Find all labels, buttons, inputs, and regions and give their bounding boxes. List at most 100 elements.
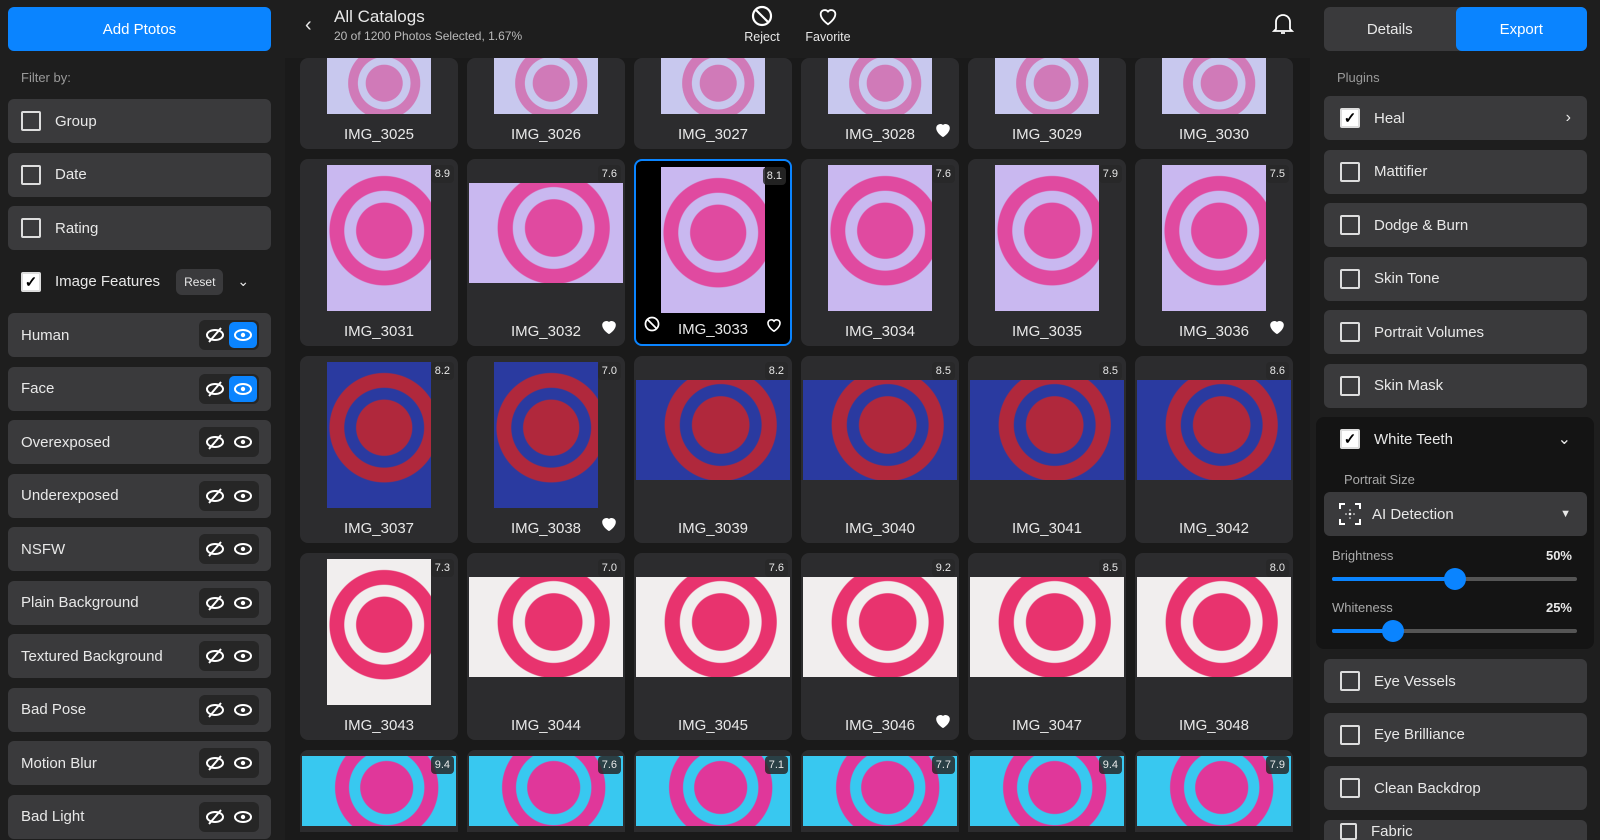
- photo-tile[interactable]: 8.0 IMG_3048: [1135, 553, 1293, 740]
- portrait-size-dropdown[interactable]: AI Detection ▼: [1324, 492, 1587, 536]
- visibility-toggle[interactable]: [199, 373, 259, 404]
- eye-icon[interactable]: [229, 483, 257, 509]
- photo-tile[interactable]: 7.9: [1135, 750, 1293, 832]
- photo-tile[interactable]: 7.0 IMG_3038: [467, 356, 625, 543]
- heart-icon[interactable]: [766, 317, 782, 337]
- photo-tile[interactable]: 7.6: [467, 750, 625, 832]
- photo-tile[interactable]: IMG_3030: [1135, 58, 1293, 149]
- checkbox[interactable]: [21, 111, 41, 131]
- heart-icon[interactable]: [935, 122, 951, 142]
- plugin-eye-brilliance[interactable]: Eye Brilliance: [1324, 712, 1587, 757]
- heart-icon[interactable]: [935, 713, 951, 733]
- visibility-toggle[interactable]: [199, 801, 259, 832]
- photo-tile[interactable]: 7.6 IMG_3034: [801, 159, 959, 346]
- eye-icon[interactable]: [229, 375, 257, 402]
- checkbox[interactable]: ✓: [21, 271, 41, 292]
- eye-icon[interactable]: [229, 643, 257, 669]
- checkbox[interactable]: [21, 164, 41, 185]
- eye-icon[interactable]: [229, 536, 257, 562]
- back-chevron-icon[interactable]: ‹: [305, 14, 312, 37]
- filter-image-features[interactable]: ✓ Image Features Reset ⌄: [8, 260, 271, 304]
- slider-handle[interactable]: [1443, 568, 1466, 590]
- eye-slash-icon[interactable]: [201, 536, 229, 562]
- plugin-eye-vessels[interactable]: Eye Vessels: [1324, 659, 1587, 703]
- photo-tile[interactable]: 8.9 IMG_3031: [300, 159, 458, 346]
- checkbox[interactable]: [1340, 375, 1360, 396]
- photo-tile[interactable]: IMG_3025: [300, 58, 458, 149]
- plugin-heal[interactable]: ✓ Heal ›: [1324, 96, 1587, 140]
- visibility-toggle[interactable]: [199, 641, 259, 671]
- eye-slash-icon[interactable]: [201, 804, 229, 830]
- slider-handle[interactable]: [1382, 620, 1405, 642]
- visibility-toggle[interactable]: [199, 320, 259, 350]
- eye-icon[interactable]: [229, 750, 257, 776]
- visibility-toggle[interactable]: [199, 427, 259, 457]
- photo-tile[interactable]: 7.6 IMG_3045: [634, 553, 792, 740]
- reject-icon[interactable]: [644, 316, 660, 337]
- photo-tile[interactable]: 8.2 IMG_3039: [634, 356, 792, 543]
- brightness-slider[interactable]: [1332, 568, 1577, 590]
- photo-tile[interactable]: 7.1: [634, 750, 792, 832]
- eye-slash-icon[interactable]: [201, 376, 229, 402]
- photo-tile[interactable]: 7.0 IMG_3044: [467, 553, 625, 740]
- eye-icon[interactable]: [229, 590, 257, 616]
- reject-button[interactable]: Reject: [732, 5, 792, 44]
- checkbox[interactable]: [1340, 822, 1357, 840]
- eye-icon[interactable]: [229, 322, 257, 348]
- checkbox[interactable]: [1340, 161, 1360, 182]
- plugin-skin-mask[interactable]: Skin Mask: [1324, 363, 1587, 408]
- checkbox[interactable]: [1340, 724, 1360, 745]
- photo-tile[interactable]: 7.5 IMG_3036: [1135, 159, 1293, 346]
- filter-rating[interactable]: Rating: [8, 206, 271, 250]
- eye-slash-icon[interactable]: [201, 483, 229, 509]
- visibility-toggle[interactable]: [199, 480, 259, 511]
- checkbox[interactable]: [1340, 778, 1360, 798]
- visibility-toggle[interactable]: [199, 748, 259, 778]
- plugin-clean-backdrop[interactable]: Clean Backdrop: [1324, 766, 1587, 810]
- chevron-down-icon[interactable]: ⌄: [1558, 429, 1571, 449]
- visibility-toggle[interactable]: [199, 534, 259, 564]
- photo-tile[interactable]: 8.1 IMG_3033: [634, 159, 792, 346]
- heart-icon[interactable]: [1269, 319, 1285, 339]
- eye-icon[interactable]: [229, 429, 257, 455]
- heart-icon[interactable]: [601, 319, 617, 339]
- photo-tile[interactable]: 7.3 IMG_3043: [300, 553, 458, 740]
- checkbox[interactable]: [1340, 215, 1360, 235]
- photo-tile[interactable]: 8.6 IMG_3042: [1135, 356, 1293, 543]
- photo-tile[interactable]: 7.9 IMG_3035: [968, 159, 1126, 346]
- photo-tile[interactable]: 8.2 IMG_3037: [300, 356, 458, 543]
- photo-tile[interactable]: 8.5 IMG_3040: [801, 356, 959, 543]
- plugin-white-teeth[interactable]: ✓ White Teeth ⌄: [1324, 417, 1587, 461]
- checkbox[interactable]: [1340, 268, 1360, 289]
- checkbox[interactable]: ✓: [1340, 429, 1360, 449]
- eye-icon[interactable]: [229, 804, 257, 830]
- chevron-right-icon[interactable]: ›: [1566, 109, 1571, 127]
- checkbox[interactable]: [1340, 671, 1360, 691]
- photo-tile[interactable]: IMG_3028: [801, 58, 959, 149]
- plugin-portrait-volumes[interactable]: Portrait Volumes: [1324, 310, 1587, 354]
- whiteness-slider[interactable]: [1332, 620, 1577, 642]
- heart-icon[interactable]: [601, 516, 617, 536]
- filter-date[interactable]: Date: [8, 152, 271, 197]
- photo-tile[interactable]: IMG_3027: [634, 58, 792, 149]
- checkbox[interactable]: [1340, 322, 1360, 342]
- checkbox[interactable]: [21, 218, 41, 238]
- favorite-button[interactable]: Favorite: [798, 5, 858, 44]
- plugin-mattifier[interactable]: Mattifier: [1324, 149, 1587, 194]
- plugin-skin-tone[interactable]: Skin Tone: [1324, 256, 1587, 301]
- eye-slash-icon[interactable]: [201, 697, 229, 723]
- reset-button[interactable]: Reset: [176, 268, 224, 295]
- add-photos-button[interactable]: Add Ptotos: [8, 7, 271, 51]
- photo-tile[interactable]: 9.2 IMG_3046: [801, 553, 959, 740]
- eye-slash-icon[interactable]: [201, 429, 229, 455]
- photo-tile[interactable]: 9.4: [300, 750, 458, 832]
- photo-tile[interactable]: 8.5 IMG_3041: [968, 356, 1126, 543]
- photo-tile[interactable]: IMG_3026: [467, 58, 625, 149]
- tab-export[interactable]: Export: [1455, 7, 1587, 51]
- tab-details[interactable]: Details: [1324, 7, 1456, 51]
- eye-slash-icon[interactable]: [201, 590, 229, 616]
- visibility-toggle[interactable]: [199, 587, 259, 618]
- eye-slash-icon[interactable]: [201, 643, 229, 669]
- photo-tile[interactable]: IMG_3029: [968, 58, 1126, 149]
- checkbox[interactable]: ✓: [1340, 108, 1360, 128]
